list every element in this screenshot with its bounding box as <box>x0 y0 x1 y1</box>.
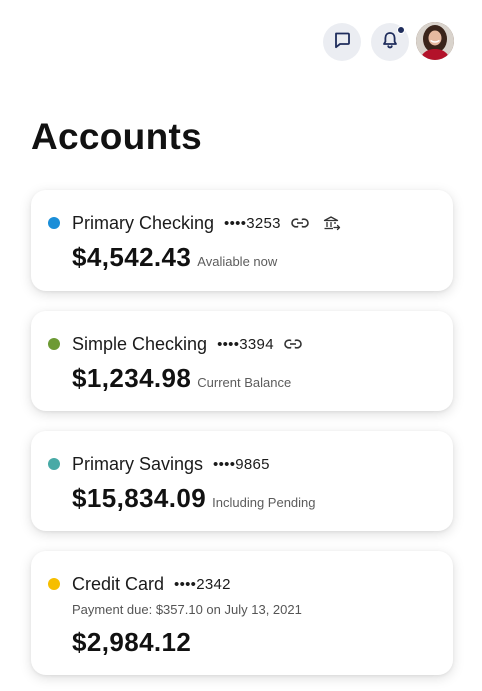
account-balance: $15,834.09 <box>72 483 207 513</box>
account-color-dot <box>48 338 60 350</box>
account-number: ••••3253 <box>224 214 281 232</box>
messages-button[interactable] <box>323 23 361 61</box>
accounts-screen: Accounts Primary Checking ••••3253 $4,54… <box>0 0 482 691</box>
bell-icon <box>380 30 400 55</box>
account-color-dot <box>48 458 60 470</box>
account-card-primary-savings[interactable]: Primary Savings ••••9865 $15,834.09 Incl… <box>31 431 453 531</box>
account-balance: $4,542.43 <box>72 242 192 272</box>
top-bar <box>0 0 482 80</box>
notifications-button[interactable] <box>371 23 409 61</box>
message-icon <box>332 30 352 55</box>
account-balance: $2,984.12 <box>72 627 192 657</box>
account-header: Primary Savings ••••9865 <box>48 453 270 475</box>
link-icon <box>291 217 309 229</box>
account-name: Primary Savings <box>72 453 204 474</box>
account-color-dot <box>48 578 60 590</box>
account-name: Simple Checking <box>72 333 208 354</box>
account-name: Credit Card <box>72 573 165 594</box>
account-balance-row: $4,542.43 Avaliable now <box>72 242 277 273</box>
account-balance-row: $2,984.12 <box>72 627 191 658</box>
account-number: ••••3394 <box>217 335 274 353</box>
profile-avatar[interactable] <box>416 22 454 60</box>
account-header: Credit Card ••••2342 <box>48 573 231 595</box>
balance-label: Current Balance <box>197 375 292 390</box>
account-balance-row: $15,834.09 Including Pending <box>72 483 316 514</box>
account-card-primary-checking[interactable]: Primary Checking ••••3253 $4,542.43 Aval… <box>31 190 453 291</box>
account-color-dot <box>48 217 60 229</box>
account-header: Simple Checking ••••3394 <box>48 333 302 355</box>
balance-label: Avaliable now <box>197 254 278 269</box>
account-card-simple-checking[interactable]: Simple Checking ••••3394 $1,234.98 Curre… <box>31 311 453 411</box>
payment-due-text: Payment due: $357.10 on July 13, 2021 <box>72 602 302 617</box>
notification-badge <box>397 26 405 34</box>
account-number: ••••2342 <box>174 575 231 593</box>
account-card-credit-card[interactable]: Credit Card ••••2342 Payment due: $357.1… <box>31 551 453 675</box>
page-title: Accounts <box>31 116 202 157</box>
account-balance: $1,234.98 <box>72 363 192 393</box>
account-number: ••••9865 <box>213 455 270 473</box>
account-header: Primary Checking ••••3253 <box>48 212 341 234</box>
balance-label: Including Pending <box>212 495 316 510</box>
bank-transfer-icon <box>323 215 341 231</box>
link-icon <box>284 338 302 350</box>
account-balance-row: $1,234.98 Current Balance <box>72 363 291 394</box>
account-name: Primary Checking <box>72 212 215 233</box>
